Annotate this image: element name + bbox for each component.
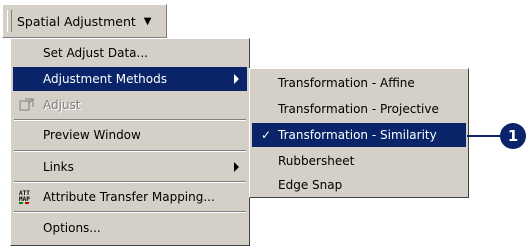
submenu-item-transformation-affine[interactable]: Transformation - Affine xyxy=(252,71,466,95)
spatial-adjustment-menu: Set Adjust Data... Adjustment Methods Ad… xyxy=(10,38,250,246)
toolbar-label: Spatial Adjustment xyxy=(17,13,136,29)
menu-item-label: Options... xyxy=(43,221,101,235)
dropdown-arrow-icon: ▼ xyxy=(143,15,152,27)
menu-item-label: Links xyxy=(43,160,74,174)
callout-leader-line xyxy=(467,135,503,137)
submenu-item-edge-snap[interactable]: Edge Snap xyxy=(252,173,466,197)
spatial-adjustment-dropdown-button[interactable]: Spatial Adjustment ▼ xyxy=(13,8,163,34)
attribute-transfer-icon: ATT MAP xyxy=(17,187,37,207)
submenu-item-transformation-similarity[interactable]: ✓ Transformation - Similarity xyxy=(252,123,466,147)
menu-item-options[interactable]: Options... xyxy=(13,216,247,240)
adjustment-methods-submenu: Transformation - Affine Transformation -… xyxy=(249,68,469,198)
menu-item-label: Adjust xyxy=(43,98,81,112)
checkmark-icon: ✓ xyxy=(261,128,272,142)
adjust-icon xyxy=(17,95,37,115)
callout-number-badge: 1 xyxy=(500,123,526,149)
menu-separator xyxy=(14,181,246,183)
menu-separator xyxy=(14,119,246,121)
submenu-item-label: Transformation - Affine xyxy=(278,76,415,90)
menu-item-links[interactable]: Links xyxy=(13,155,247,179)
menu-item-attribute-transfer-mapping[interactable]: ATT MAP Attribute Transfer Mapping... xyxy=(13,185,247,209)
menu-item-label: Adjustment Methods xyxy=(43,72,167,86)
menu-item-adjust[interactable]: Adjust xyxy=(13,93,247,117)
toolbar-grip[interactable] xyxy=(7,10,12,32)
submenu-item-label: Rubbersheet xyxy=(278,154,355,168)
submenu-arrow-icon xyxy=(234,162,239,172)
menu-separator xyxy=(14,211,246,213)
menu-item-label: Preview Window xyxy=(43,128,141,142)
submenu-item-label: Transformation - Projective xyxy=(278,102,439,116)
submenu-arrow-icon xyxy=(234,74,239,84)
spatial-adjustment-toolbar: Spatial Adjustment ▼ xyxy=(2,4,167,38)
submenu-item-transformation-projective[interactable]: Transformation - Projective xyxy=(252,97,466,121)
submenu-item-rubbersheet[interactable]: Rubbersheet xyxy=(252,149,466,173)
menu-item-set-adjust-data[interactable]: Set Adjust Data... xyxy=(13,41,247,65)
menu-separator xyxy=(14,150,246,152)
svg-text:MAP: MAP xyxy=(19,196,30,203)
menu-item-adjustment-methods[interactable]: Adjustment Methods xyxy=(13,67,247,91)
submenu-item-label: Transformation - Similarity xyxy=(278,128,437,142)
menu-item-preview-window[interactable]: Preview Window xyxy=(13,123,247,147)
menu-item-label: Attribute Transfer Mapping... xyxy=(43,190,215,204)
submenu-item-label: Edge Snap xyxy=(278,178,343,192)
menu-item-label: Set Adjust Data... xyxy=(43,46,148,60)
